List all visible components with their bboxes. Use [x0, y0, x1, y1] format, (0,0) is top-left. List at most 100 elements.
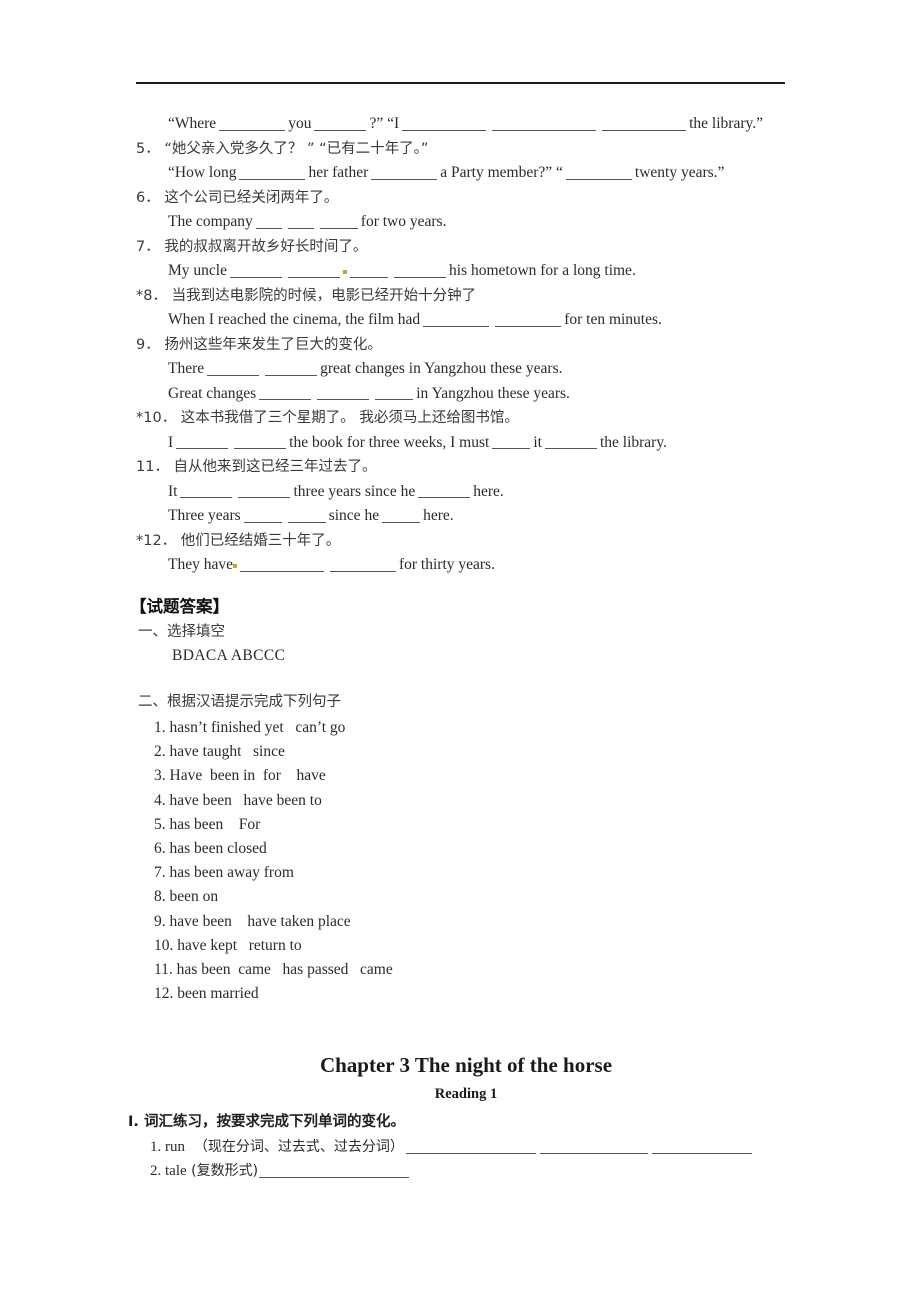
blank[interactable] — [382, 507, 421, 523]
answers-section-two-label: 二、根据汉语提示完成下列句子 — [138, 694, 341, 710]
blank[interactable] — [180, 483, 233, 499]
blank[interactable] — [314, 115, 367, 131]
stray-mark-icon — [342, 270, 347, 275]
q10-mid2-text: it — [533, 433, 542, 451]
q6-tail-text: for two years. — [360, 213, 447, 230]
q7-pre-text: My uncle — [168, 262, 227, 279]
q5-tail-text: twenty years.” — [634, 164, 725, 181]
blank[interactable] — [405, 1138, 536, 1154]
answers-heading: 【试题答案】 — [130, 597, 229, 616]
blank[interactable] — [492, 434, 531, 450]
question-6-english: The company for two years. — [136, 210, 796, 235]
blank[interactable] — [544, 434, 597, 450]
q8-pre-text: When I reached the cinema, the film had — [168, 311, 421, 328]
blank[interactable] — [651, 1138, 752, 1154]
q11a-mid-text: three years since he — [293, 482, 416, 500]
blank[interactable] — [329, 556, 396, 572]
blank[interactable] — [495, 311, 562, 327]
blank[interactable] — [238, 483, 291, 499]
blank[interactable] — [492, 115, 597, 131]
blank[interactable] — [234, 434, 287, 450]
answer-item: 1. hasn’t finished yet can’t go — [154, 719, 346, 736]
vocab-item-2: 2. tale (复数形式) — [136, 1159, 796, 1183]
blank[interactable] — [207, 360, 260, 376]
answer-item: 3. Have been in for have — [154, 767, 326, 785]
answers-multiple-choice: BDACA ABCCC — [172, 647, 286, 664]
question-5-english: “How long her father a Party member?” “ twe… — [136, 161, 796, 186]
question-9-chinese: 9． 扬州这些年来发生了巨大的变化。 — [136, 336, 382, 353]
answer-item: 4. have been have been to — [154, 791, 322, 809]
q11a-pre-text: It — [168, 482, 178, 500]
answer-item: 8. been on — [154, 888, 219, 906]
blank[interactable] — [287, 213, 314, 229]
blank[interactable] — [255, 213, 282, 229]
blank[interactable] — [229, 262, 282, 278]
q5-pre-text: “How long — [168, 164, 237, 181]
answer-item: 12. been married — [154, 985, 259, 1003]
exercise-section: “Where you ?” “I the library.” 5． “她父亲入党多久了… — [136, 112, 796, 578]
blank[interactable] — [371, 164, 438, 180]
answer-item: 10. have kept return to — [154, 936, 302, 954]
blank[interactable] — [219, 115, 286, 131]
question-11-english-a: It three years since he here. — [136, 480, 796, 505]
q5-mid1-text: her father — [308, 164, 369, 181]
blank[interactable] — [349, 262, 388, 278]
vocab-item-1-hint: （现在分词、过去式、过去分词） — [193, 1139, 404, 1155]
blank[interactable] — [176, 434, 229, 450]
q9b-tail-text: in Yangzhou these years. — [416, 384, 570, 402]
blank[interactable] — [539, 1138, 648, 1154]
question-9-english-a: There great changes in Yangzhou these yea… — [136, 357, 796, 382]
question-10-english: Ithe book for three weeks, I must it the l… — [136, 431, 796, 456]
blank[interactable] — [265, 360, 318, 376]
q9b-pre-text: Great changes — [168, 384, 257, 402]
where-pre-text: “Where — [168, 115, 217, 132]
q10-mid1-text: the book for three weeks, I must — [289, 433, 490, 451]
blank[interactable] — [243, 507, 282, 523]
q5-mid2-text: a Party member?” “ — [440, 164, 563, 181]
blank[interactable] — [418, 483, 471, 499]
blank[interactable] — [375, 385, 414, 401]
where-tail-text: the library.” — [689, 115, 763, 132]
question-8-chinese: *8． 当我到达电影院的时候，电影已经开始十分钟了 — [136, 287, 477, 304]
blank[interactable] — [317, 385, 370, 401]
question-7-chinese: 7． 我的叔叔离开故乡好长时间了。 — [136, 238, 368, 255]
question-11-chinese: 11． 自从他来到这已经三年过去了。 — [136, 459, 377, 475]
q11b-pre-text: Three years — [168, 507, 241, 524]
q7-tail-text: his hometown for a long time. — [448, 262, 636, 279]
blank[interactable] — [239, 164, 306, 180]
answer-item: 7. has been away from — [154, 864, 294, 882]
chapter-subtitle: Reading 1 — [434, 1086, 498, 1102]
where-mid2-text: ?” “I — [369, 115, 400, 132]
blank[interactable] — [402, 115, 487, 131]
chapter-title: Chapter 3 The night of the horse — [319, 1053, 613, 1077]
chapter-section-label: I. 词汇练习，按要求完成下列单词的变化。 — [128, 1114, 405, 1130]
q12-tail-text: for thirty years. — [398, 556, 495, 573]
q11a-tail-text: here. — [473, 482, 504, 500]
blank[interactable] — [239, 556, 324, 572]
blank[interactable] — [602, 115, 687, 131]
blank[interactable] — [287, 507, 326, 523]
question-11-english-b: Three years since he here. — [136, 504, 796, 529]
answers-section-one-label: 一、选择填空 — [138, 624, 225, 640]
q8-tail-text: for ten minutes. — [564, 311, 662, 328]
answers-spacer — [130, 668, 790, 690]
answer-item: 5. has been For — [154, 815, 261, 833]
question-12-english: They have for thirty years. — [136, 553, 796, 578]
answer-item: 11. has been came has passed came — [154, 961, 393, 979]
blank[interactable] — [259, 385, 312, 401]
blank[interactable] — [287, 262, 340, 278]
q11b-mid-text: since he — [328, 507, 380, 524]
q9a-pre-text: There — [168, 360, 205, 377]
blank[interactable] — [259, 1162, 410, 1178]
q6-pre-text: The company — [168, 213, 253, 230]
answers-section: 【试题答案】 一、选择填空 BDACA ABCCC 二、根据汉语提示完成下列句子… — [130, 594, 790, 1006]
vocab-item-2-hint: (复数形式) — [191, 1163, 259, 1179]
stray-mark-icon — [232, 564, 237, 569]
blank[interactable] — [319, 213, 358, 229]
blank[interactable] — [393, 262, 446, 278]
question-6-chinese: 6． 这个公司已经关闭两年了。 — [136, 189, 339, 206]
blank[interactable] — [565, 164, 632, 180]
where-mid1-text: you — [288, 115, 312, 132]
blank[interactable] — [423, 311, 490, 327]
answers-list: 1. hasn’t finished yet can’t go 2. have … — [130, 716, 790, 1006]
